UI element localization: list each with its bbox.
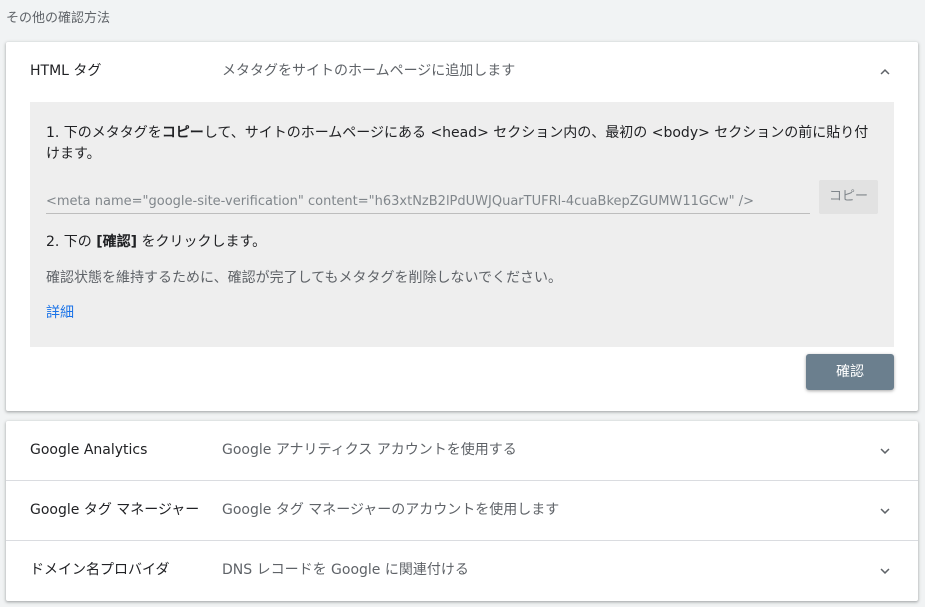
chevron-down-icon[interactable] <box>876 442 894 460</box>
step2-bold: [確認] <box>96 234 138 250</box>
method-description: Google アナリティクス アカウントを使用する <box>222 442 517 458</box>
method-row-domain-provider[interactable]: ドメイン名プロバイダ DNS レコードを Google に関連付ける <box>6 541 918 600</box>
verify-button[interactable]: 確認 <box>806 354 894 390</box>
method-description: メタタグをサイトのホームページに追加します <box>222 63 516 79</box>
method-name: Google Analytics <box>30 442 148 458</box>
details-link[interactable]: 詳細 <box>46 303 74 324</box>
step1-prefix: 1. 下のメタタグを <box>46 125 162 141</box>
section-title: その他の確認方法 <box>6 11 111 26</box>
html-tag-panel: HTML タグ メタタグをサイトのホームページに追加します 1. 下のメタタグを… <box>6 42 918 411</box>
method-description: DNS レコードを Google に関連付ける <box>222 562 469 578</box>
chevron-down-icon[interactable] <box>876 562 894 580</box>
method-row-google-tag-manager[interactable]: Google タグ マネージャー Google タグ マネージャーのアカウントを… <box>6 481 918 540</box>
html-tag-header[interactable]: HTML タグ メタタグをサイトのホームページに追加します <box>6 42 918 101</box>
method-name: HTML タグ <box>30 63 102 79</box>
step1-text: 1. 下のメタタグをコピーして、サイトのホームページにある <head> セクシ… <box>46 123 882 165</box>
step2-prefix: 2. 下の <box>46 234 97 250</box>
chevron-up-icon[interactable] <box>876 63 894 81</box>
html-tag-instructions: 1. 下のメタタグをコピーして、サイトのホームページにある <head> セクシ… <box>30 102 894 347</box>
method-description: Google タグ マネージャーのアカウントを使用します <box>222 502 560 518</box>
step2-text: 2. 下の [確認] をクリックします。 <box>46 232 266 253</box>
chevron-down-icon[interactable] <box>876 502 894 520</box>
step1-bold: コピー <box>161 125 204 141</box>
method-row-google-analytics[interactable]: Google Analytics Google アナリティクス アカウントを使用… <box>6 421 918 480</box>
meta-tag-field[interactable]: <meta name="google-site-verification" co… <box>46 191 810 214</box>
keep-tag-note: 確認状態を維持するために、確認が完了してもメタタグを削除しないでください。 <box>46 270 563 286</box>
other-methods-panel: Google Analytics Google アナリティクス アカウントを使用… <box>6 421 918 601</box>
method-name: ドメイン名プロバイダ <box>30 562 170 578</box>
copy-button[interactable]: コピー <box>819 180 878 214</box>
step2-suffix: をクリックします。 <box>137 234 267 250</box>
method-name: Google タグ マネージャー <box>30 502 200 518</box>
